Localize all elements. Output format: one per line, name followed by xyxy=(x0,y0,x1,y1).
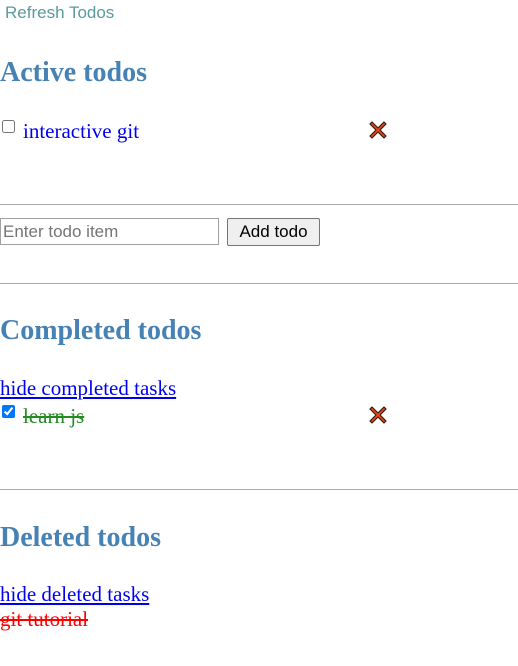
todo-app: Refresh Todos Active todos interactive g… xyxy=(0,0,518,666)
refresh-todos-link[interactable]: Refresh Todos xyxy=(5,3,114,23)
divider xyxy=(0,283,518,284)
add-todo-button[interactable]: Add todo xyxy=(227,218,320,246)
completed-todos-heading: Completed todos xyxy=(0,315,202,346)
completed-todo-item: learn js xyxy=(0,404,400,428)
delete-icon[interactable] xyxy=(368,405,388,425)
hide-completed-link[interactable]: hide completed tasks xyxy=(0,376,176,400)
todo-label: interactive git xyxy=(23,119,140,143)
deleted-todos-heading: Deleted todos xyxy=(0,522,161,553)
hide-deleted-link[interactable]: hide deleted tasks xyxy=(0,582,149,606)
todo-checkbox[interactable] xyxy=(2,405,15,418)
delete-icon[interactable] xyxy=(368,120,388,140)
todo-label: learn js xyxy=(23,404,85,428)
active-todo-item: interactive git xyxy=(0,119,400,143)
todo-checkbox[interactable] xyxy=(2,120,15,133)
active-todos-heading: Active todos xyxy=(0,57,147,88)
todo-input[interactable] xyxy=(0,218,219,245)
divider xyxy=(0,489,518,490)
deleted-todo-item: git tutorial xyxy=(0,607,89,631)
divider xyxy=(0,204,518,205)
